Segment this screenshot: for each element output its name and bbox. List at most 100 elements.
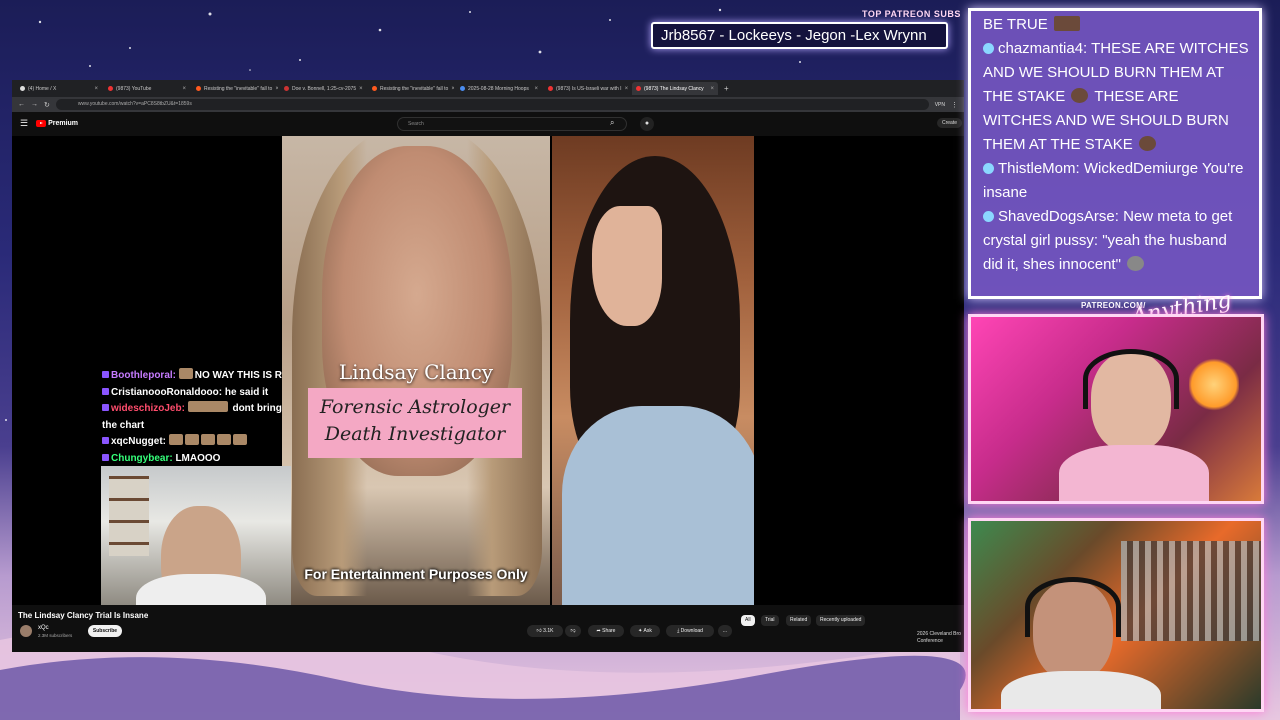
channel-name[interactable]: xQc bbox=[38, 625, 49, 631]
chat-message: ShavedDogsArse: New meta to get crystal … bbox=[983, 208, 1233, 273]
video-name-overlay: Lindsay Clancy bbox=[338, 360, 494, 384]
search-icon[interactable]: ⌕ bbox=[610, 118, 614, 128]
channel-avatar[interactable] bbox=[20, 625, 32, 637]
url-field[interactable]: www.youtube.com/watch?v=aPC8S8tbZU&t=185… bbox=[55, 99, 929, 110]
close-icon[interactable]: × bbox=[451, 86, 454, 92]
video-right-panel bbox=[552, 136, 754, 605]
emote-icon bbox=[200, 434, 215, 445]
more-button[interactable]: ... bbox=[718, 625, 732, 637]
download-icon: ⤓ bbox=[677, 628, 680, 634]
ask-icon: ✦ bbox=[638, 628, 643, 634]
youtube-favicon-icon bbox=[108, 86, 113, 91]
vpn-badge[interactable]: VPN bbox=[935, 102, 945, 108]
x-favicon-icon bbox=[20, 86, 25, 91]
youtube-favicon-icon bbox=[636, 86, 641, 91]
back-icon[interactable]: ← bbox=[18, 101, 25, 108]
streamer-webcam bbox=[101, 466, 291, 605]
emote-icon bbox=[187, 401, 228, 412]
close-icon[interactable]: × bbox=[94, 86, 98, 92]
sub-badge-icon bbox=[102, 371, 109, 378]
browser-tab[interactable]: 2025-08-28 Morning Hoops × bbox=[456, 82, 542, 95]
lamp-image bbox=[1189, 357, 1239, 412]
host-webcam-2 bbox=[968, 518, 1264, 712]
chat-message: BE TRUE bbox=[983, 13, 1249, 37]
browser-tab[interactable]: (4) Home / X × bbox=[16, 82, 102, 95]
browser-tab[interactable]: (9873) Is US-Israeli war with I × bbox=[544, 82, 630, 95]
hamburger-icon[interactable]: ☰ bbox=[20, 118, 28, 129]
streamer-shirt-image bbox=[136, 574, 266, 605]
forward-icon[interactable]: → bbox=[31, 101, 38, 108]
emote-icon bbox=[1127, 256, 1145, 271]
share-icon: ➦ bbox=[596, 628, 601, 634]
like-button[interactable]: 👍︎ 3.1K bbox=[527, 625, 563, 637]
chat-overlay-line: Boothleporal: NO WAY THIS IS REAL bbox=[102, 368, 282, 385]
like-icon: 👍︎ bbox=[536, 628, 542, 634]
emote-icon bbox=[232, 434, 247, 445]
woman-profile-shirt-image bbox=[562, 406, 754, 605]
close-icon[interactable]: × bbox=[182, 86, 186, 92]
chat-overlay-line: xqcNugget: bbox=[102, 434, 282, 451]
chip-trial[interactable]: Trial bbox=[761, 615, 779, 626]
browser-tab-active[interactable]: (9873) The Lindsay Clancy × bbox=[632, 82, 718, 95]
stream-chat-panel: BE TRUE chazmantia4: THESE ARE WITCHES A… bbox=[968, 8, 1262, 299]
docs-favicon-icon bbox=[460, 86, 465, 91]
shelf-image bbox=[109, 476, 149, 556]
browser-tab[interactable]: (9873) YouTube × bbox=[104, 82, 190, 95]
extensions-icon[interactable]: ⋮ bbox=[951, 101, 958, 109]
chip-all[interactable]: All bbox=[741, 615, 755, 626]
sub-badge-icon bbox=[102, 453, 109, 461]
youtube-play-icon bbox=[36, 119, 47, 127]
chat-overlay-line: CristianoooRonaldooo: he said it bbox=[102, 385, 282, 402]
new-tab-button[interactable]: + bbox=[720, 84, 733, 93]
reddit-favicon-icon bbox=[372, 86, 377, 91]
chat-bubble-icon bbox=[983, 43, 994, 54]
emote-icon bbox=[216, 434, 231, 445]
close-icon[interactable]: × bbox=[275, 86, 278, 92]
chip-related[interactable]: Related bbox=[786, 615, 812, 626]
video-player[interactable]: Lindsay Clancy Forensic Astrologer Death… bbox=[12, 136, 964, 605]
subscriber-count: 2.3M subscribers bbox=[38, 633, 73, 638]
chip-recently-uploaded[interactable]: Recently uploaded bbox=[816, 615, 866, 626]
headphones-image bbox=[1083, 349, 1179, 409]
close-icon[interactable]: × bbox=[359, 86, 363, 92]
chat-overlay-line: wideschizoJeb: dont bring out bbox=[102, 401, 282, 418]
chat-message: chazmantia4: THESE ARE WITCHES AND WE SH… bbox=[983, 40, 1249, 153]
woman-profile-face-image bbox=[592, 206, 662, 326]
browser-tab[interactable]: Doe v. Bonnell, 1:25-cv-2075 × bbox=[280, 82, 366, 95]
video-title-box: Forensic Astrologer Death Investigator bbox=[308, 388, 522, 458]
host-2-shirt-image bbox=[1001, 671, 1161, 709]
chat-bubble-icon bbox=[983, 211, 994, 222]
document-favicon-icon bbox=[284, 86, 289, 91]
chat-overlay-line: Chungybear: LMAOOO bbox=[102, 451, 282, 468]
browser-tab[interactable]: Resisting the "inevitable" fall to × bbox=[368, 82, 454, 95]
dislike-button[interactable]: 👎︎ bbox=[565, 625, 581, 637]
bar-shelf-image bbox=[1121, 541, 1261, 641]
youtube-favicon-icon bbox=[548, 86, 553, 91]
browser-tab[interactable]: Resisting the "inevitable" fall to × bbox=[192, 82, 278, 95]
stream-chat-overlay: Boothleporal: NO WAY THIS IS REAL Cristi… bbox=[102, 368, 282, 467]
video-disclaimer: For Entertainment Purposes Only bbox=[304, 566, 528, 582]
share-button[interactable]: ➦ Share bbox=[588, 625, 624, 637]
close-icon[interactable]: × bbox=[710, 86, 714, 92]
reload-icon[interactable]: ↻ bbox=[44, 101, 50, 109]
create-button[interactable]: Create bbox=[936, 118, 962, 128]
recommended-video-item[interactable]: 2026 Cleveland Bro Conference bbox=[917, 631, 961, 645]
emote-icon bbox=[178, 368, 193, 379]
chat-message: ThistleMom: WickedDemiurge You're insane bbox=[983, 160, 1244, 201]
search-input[interactable]: Search bbox=[397, 117, 627, 131]
top-patreon-label: TOP PATREON SUBS bbox=[862, 9, 961, 19]
close-icon[interactable]: × bbox=[534, 86, 538, 92]
youtube-logo[interactable]: Premium bbox=[36, 119, 78, 127]
chat-overlay-line: the chart bbox=[102, 419, 145, 431]
emote-icon bbox=[168, 434, 183, 445]
sub-badge-icon bbox=[102, 437, 109, 444]
host-webcam-1 bbox=[968, 314, 1264, 504]
close-icon[interactable]: × bbox=[625, 86, 629, 92]
headphones-image bbox=[1025, 577, 1121, 637]
mic-icon[interactable]: ● bbox=[640, 117, 654, 131]
sub-badge-icon bbox=[102, 404, 109, 411]
subscribe-button[interactable]: Subscribe bbox=[88, 625, 122, 637]
download-button[interactable]: ⤓ Download bbox=[666, 625, 714, 637]
tab-bar: (4) Home / X × (9873) YouTube × Resisting … bbox=[12, 80, 964, 97]
ask-button[interactable]: ✦ Ask bbox=[630, 625, 660, 637]
